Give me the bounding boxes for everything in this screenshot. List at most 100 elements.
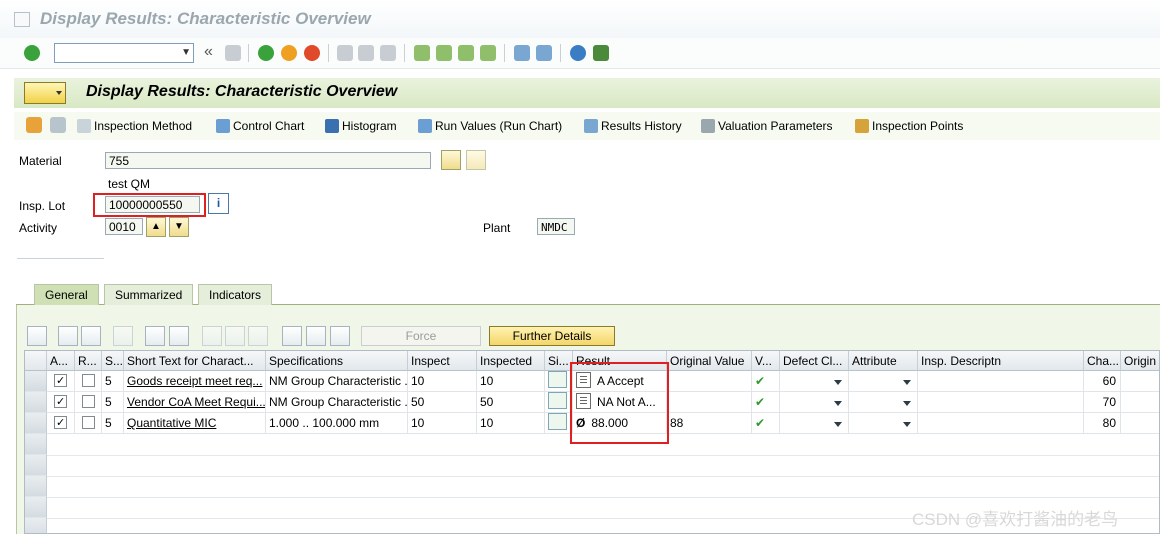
chevron-down-icon[interactable]: ▼ [181, 47, 191, 58]
sort-ascending-icon[interactable] [169, 326, 189, 346]
defect-class-dropdown[interactable] [780, 371, 849, 392]
column-header[interactable]: Defect Cl... [780, 351, 849, 371]
lock-icon[interactable] [225, 326, 245, 346]
column-header[interactable]: Insp. Descriptn [918, 351, 1084, 371]
new-session-icon[interactable] [514, 45, 530, 61]
unlock-icon[interactable] [248, 326, 268, 346]
column-header[interactable]: R... [75, 351, 102, 371]
table-cell[interactable] [75, 413, 102, 434]
insert-row-icon[interactable] [113, 326, 133, 346]
row-selector[interactable] [25, 434, 47, 455]
control-chart-button[interactable]: Control Chart [216, 118, 304, 134]
inspection-points-button[interactable]: Inspection Points [855, 118, 963, 134]
shortcut-icon[interactable] [536, 45, 552, 61]
details-icon[interactable] [27, 326, 47, 346]
back-arrow-icon[interactable]: « [204, 43, 213, 61]
valuation-parameters-button[interactable]: Valuation Parameters [701, 118, 833, 134]
first-page-icon[interactable] [414, 45, 430, 61]
column-header[interactable]: S... [102, 351, 124, 371]
activity-up-icon[interactable]: ▲ [146, 217, 166, 237]
defect-class-dropdown[interactable] [780, 413, 849, 434]
table-cell[interactable] [545, 371, 573, 392]
chevron-down-icon[interactable] [834, 422, 842, 427]
row-selector[interactable] [25, 476, 47, 497]
row-selector[interactable] [25, 518, 47, 533]
attribute-dropdown[interactable] [849, 371, 918, 392]
material-field[interactable]: 755 [105, 152, 431, 169]
attribute-dropdown[interactable] [849, 392, 918, 413]
row-selector[interactable] [25, 392, 47, 413]
find-next-icon[interactable] [380, 45, 396, 61]
column-header[interactable]: Original Value [667, 351, 752, 371]
checkbox[interactable] [54, 371, 67, 391]
checkbox[interactable] [54, 392, 67, 412]
tab-summarized[interactable]: Summarized [104, 284, 194, 305]
table-cell[interactable] [75, 392, 102, 413]
window-menu-icon[interactable] [14, 12, 30, 27]
table-cell[interactable] [918, 413, 1084, 434]
table-cell[interactable] [918, 392, 1084, 413]
table-cell[interactable] [667, 392, 752, 413]
previous-page-icon[interactable] [436, 45, 452, 61]
chevron-down-icon[interactable] [834, 380, 842, 385]
plant-field[interactable]: NMDC [537, 218, 575, 235]
customize-layout-icon[interactable] [593, 45, 609, 61]
row-selector-header[interactable] [25, 351, 47, 371]
column-header[interactable]: A... [47, 351, 75, 371]
cancel-icon[interactable] [304, 45, 320, 61]
table-cell[interactable] [545, 413, 573, 434]
menu-button[interactable] [24, 82, 66, 104]
checkbox[interactable] [81, 395, 95, 408]
results-history-button[interactable]: Results History [584, 118, 682, 134]
info-icon[interactable]: i [208, 193, 229, 214]
table-cell[interactable]: Quantitative MIC [124, 413, 266, 434]
scroll-icon[interactable] [330, 326, 350, 346]
save-icon[interactable] [225, 45, 241, 61]
column-header[interactable]: Origin I [1121, 351, 1159, 371]
column-header[interactable]: Short Text for Charact... [124, 351, 266, 371]
checkbox[interactable] [81, 374, 95, 387]
calculator-icon[interactable] [306, 326, 326, 346]
table-cell[interactable] [545, 392, 573, 413]
deselect-all-icon[interactable] [81, 326, 101, 346]
row-selector[interactable] [25, 455, 47, 476]
command-field[interactable]: ▼ [54, 43, 194, 63]
characteristic-link[interactable]: Goods receipt meet req... [127, 374, 262, 388]
characteristic-link[interactable]: Quantitative MIC [127, 416, 216, 430]
chevron-down-icon[interactable] [834, 401, 842, 406]
enter-checkmark-icon[interactable] [24, 45, 40, 61]
copy-icon[interactable] [466, 150, 486, 170]
row-selector[interactable] [25, 413, 47, 434]
table-cell[interactable]: Vendor CoA Meet Requi... [124, 392, 266, 413]
column-header[interactable]: Specifications [266, 351, 408, 371]
sort-descending-icon[interactable] [145, 326, 165, 346]
table-cell[interactable]: 88 [667, 413, 752, 434]
chevron-down-icon[interactable] [903, 422, 911, 427]
table-cell[interactable] [918, 371, 1084, 392]
further-details-button[interactable]: Further Details [489, 326, 615, 346]
column-header[interactable]: Si... [545, 351, 573, 371]
back-icon[interactable] [258, 45, 274, 61]
print-icon[interactable] [337, 45, 353, 61]
single-results-icon[interactable] [548, 371, 567, 388]
defect-class-dropdown[interactable] [780, 392, 849, 413]
histogram-button[interactable]: Histogram [325, 118, 397, 134]
last-page-icon[interactable] [480, 45, 496, 61]
help-icon[interactable] [570, 45, 586, 61]
chevron-down-icon[interactable] [903, 380, 911, 385]
display-material-icon[interactable] [441, 150, 461, 170]
column-header[interactable]: V... [752, 351, 780, 371]
spreadsheet-icon[interactable] [282, 326, 302, 346]
column-header[interactable]: Cha... [1084, 351, 1121, 371]
home-icon[interactable] [202, 326, 222, 346]
force-button[interactable]: Force [361, 326, 481, 346]
tab-indicators[interactable]: Indicators [198, 284, 273, 305]
attribute-dropdown[interactable] [849, 413, 918, 434]
row-selector[interactable] [25, 497, 47, 518]
column-header[interactable]: Inspected [477, 351, 545, 371]
table-cell[interactable]: Goods receipt meet req... [124, 371, 266, 392]
select-all-icon[interactable] [58, 326, 78, 346]
row-selector[interactable] [25, 371, 47, 392]
table-cell[interactable] [47, 392, 75, 413]
table-cell[interactable] [47, 371, 75, 392]
